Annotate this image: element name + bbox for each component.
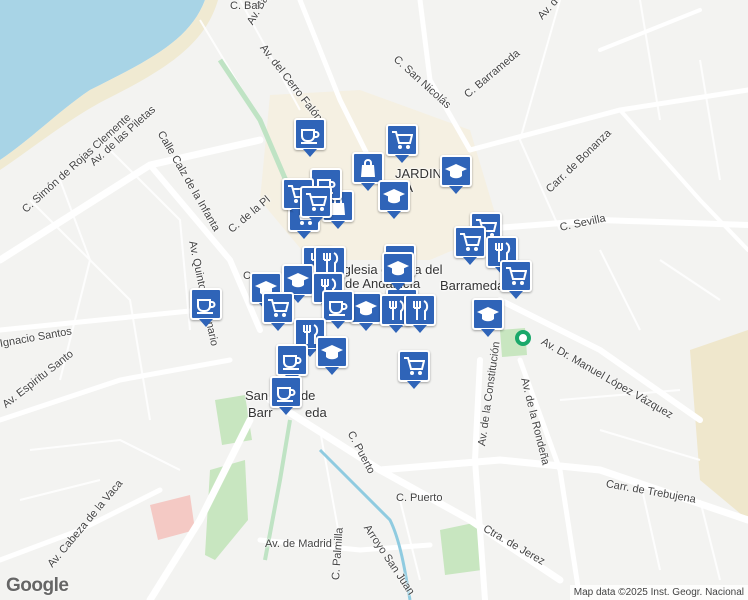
education-marker[interactable] bbox=[440, 155, 472, 194]
coffee-icon bbox=[283, 355, 302, 370]
restaurant-icon bbox=[413, 300, 429, 320]
education-icon bbox=[355, 301, 377, 316]
street-label: eda bbox=[305, 405, 327, 420]
education-icon bbox=[445, 164, 467, 179]
education-marker[interactable] bbox=[350, 292, 382, 331]
street-label: JARDIN bbox=[395, 166, 442, 181]
shopping-marker[interactable] bbox=[398, 350, 430, 389]
street-label: Av. de Madrid bbox=[265, 538, 332, 550]
shopping-marker[interactable] bbox=[454, 226, 486, 265]
shopping-icon bbox=[506, 267, 527, 285]
shopping-bag-icon bbox=[361, 159, 375, 177]
shopping-icon bbox=[404, 357, 425, 375]
location-dot-icon[interactable] bbox=[515, 330, 531, 346]
shopping-icon bbox=[460, 233, 481, 251]
shopping-icon bbox=[268, 299, 289, 317]
coffee-icon bbox=[329, 301, 348, 316]
restaurant-marker[interactable] bbox=[404, 294, 436, 333]
restaurant-icon bbox=[323, 252, 339, 272]
education-marker[interactable] bbox=[316, 336, 348, 375]
education-icon bbox=[321, 345, 343, 360]
park-area bbox=[205, 460, 248, 560]
education-icon bbox=[477, 307, 499, 322]
shopping-marker[interactable] bbox=[386, 124, 418, 163]
coffee-marker[interactable] bbox=[190, 288, 222, 327]
education-marker[interactable] bbox=[378, 180, 410, 219]
coffee-marker[interactable] bbox=[276, 344, 308, 383]
shopping-icon bbox=[392, 131, 413, 149]
street-label: San bbox=[245, 388, 269, 403]
education-icon bbox=[387, 261, 409, 276]
education-marker[interactable] bbox=[472, 298, 504, 337]
street-label: Barr bbox=[248, 405, 273, 420]
shopping-icon bbox=[306, 193, 327, 211]
park-area bbox=[440, 522, 482, 575]
coffee-marker[interactable] bbox=[270, 376, 302, 415]
shopping-marker[interactable] bbox=[500, 260, 532, 299]
sandy-area bbox=[690, 330, 748, 520]
shopping-marker[interactable] bbox=[300, 186, 332, 225]
education-icon bbox=[287, 273, 309, 288]
map-canvas[interactable]: Av. Bajo Av. del Cerro Falón C. San Nicolá… bbox=[0, 0, 748, 600]
google-logo[interactable]: Google bbox=[6, 575, 69, 597]
shopping-marker[interactable] bbox=[262, 292, 294, 331]
coffee-icon bbox=[277, 387, 296, 402]
street-label: C. Bal bbox=[230, 0, 260, 12]
map-attribution[interactable]: Map data ©2025 Inst. Geogr. Nacional bbox=[569, 585, 748, 600]
education-icon bbox=[383, 189, 405, 204]
street-label: C. Puerto bbox=[396, 492, 443, 504]
coffee-icon bbox=[301, 129, 320, 144]
coffee-marker[interactable] bbox=[294, 118, 326, 157]
coffee-icon bbox=[197, 299, 216, 314]
coffee-marker[interactable] bbox=[322, 290, 354, 329]
education-marker[interactable] bbox=[382, 252, 414, 291]
